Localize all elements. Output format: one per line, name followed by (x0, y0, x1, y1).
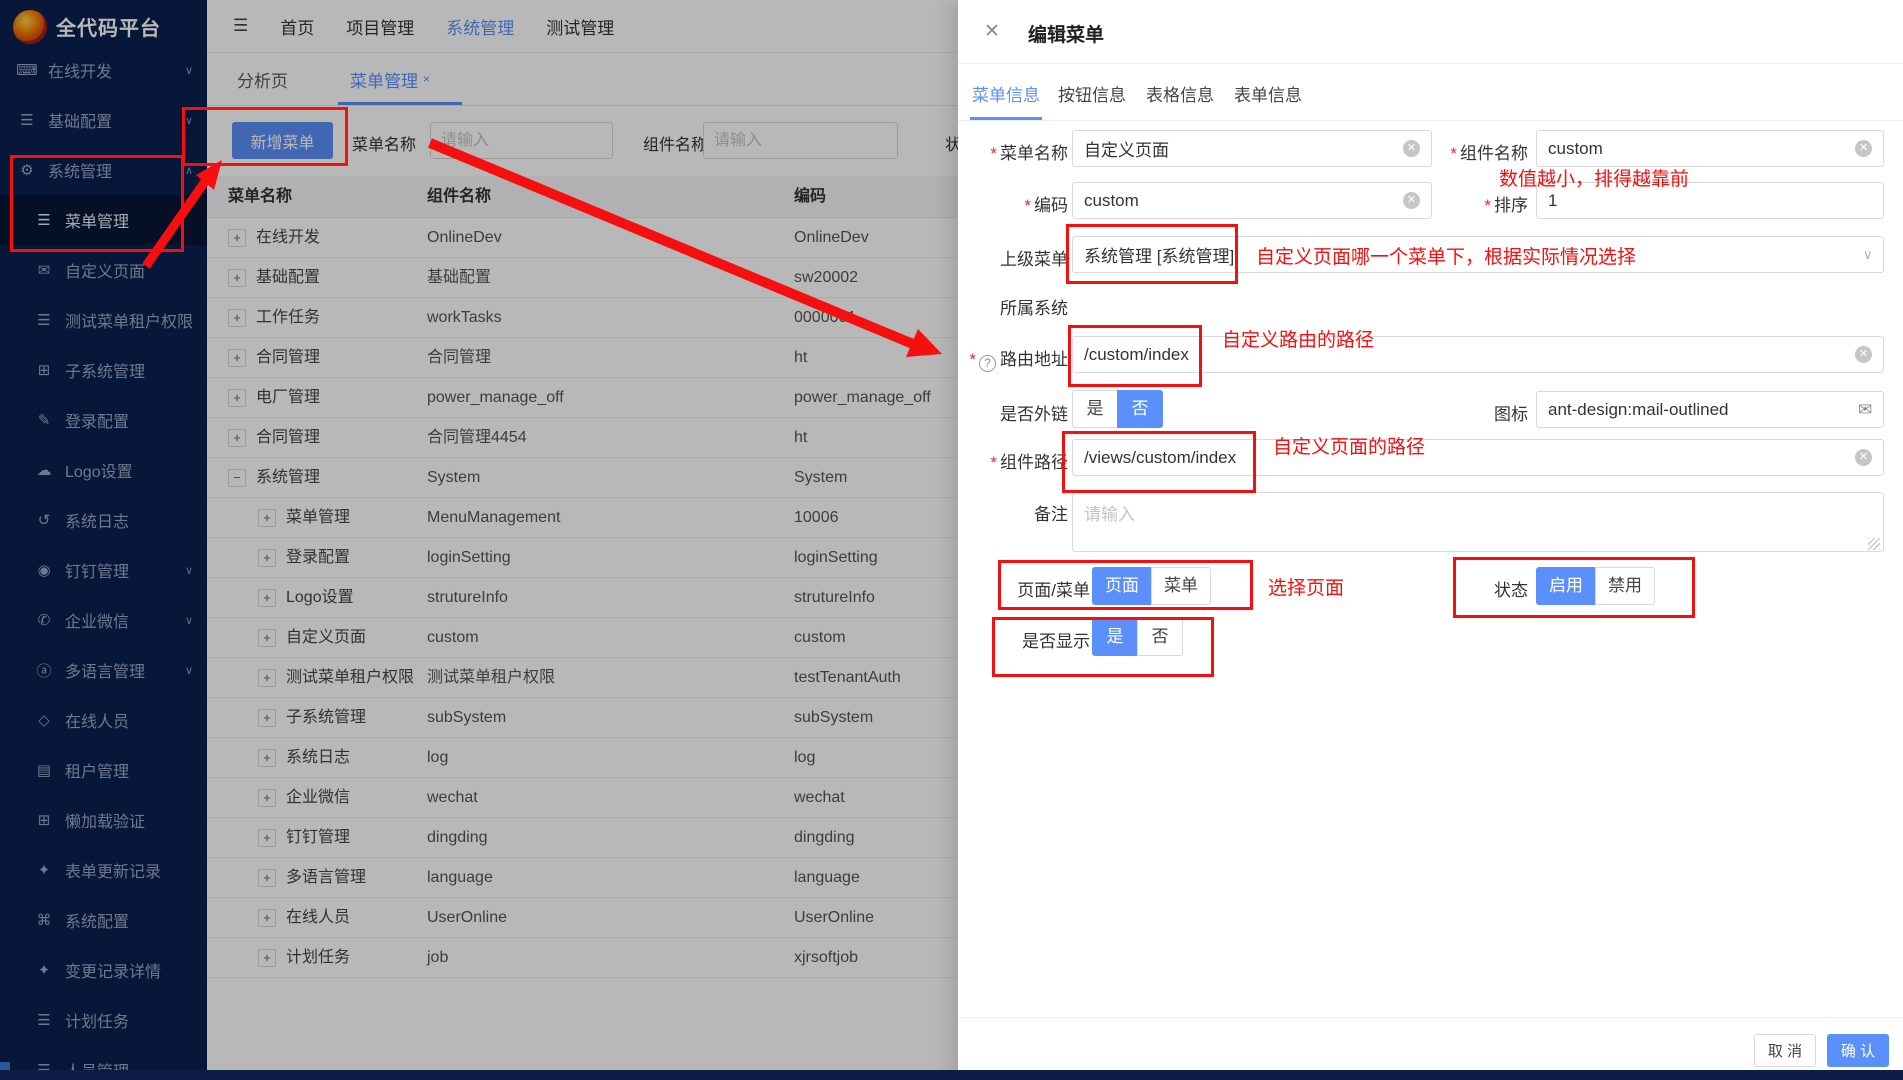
clear-icon[interactable]: ✕ (1855, 449, 1872, 466)
status-disabled-option[interactable]: 禁用 (1595, 567, 1655, 605)
clear-icon[interactable]: ✕ (1855, 346, 1872, 363)
close-drawer-icon[interactable]: ✕ (984, 20, 1000, 43)
comp-path-label: *组件路径 (908, 448, 1068, 473)
mail-icon[interactable]: ✉ (1858, 400, 1872, 420)
icon-field-label: 图标 (1368, 400, 1528, 425)
drawer-tab-menu-info[interactable]: 菜单信息 (972, 81, 1040, 106)
drawer-footer-divider (958, 1017, 1903, 1018)
status-label: 状态 (1368, 576, 1528, 601)
remark-textarea[interactable] (1072, 492, 1884, 552)
drawer-mask[interactable] (0, 0, 958, 1080)
drawer-title: 编辑菜单 (1028, 20, 1104, 47)
page-or-menu-label: 页面/菜单 (930, 576, 1090, 601)
page-option[interactable]: 页面 (1092, 567, 1152, 605)
remark-label: 备注 (908, 500, 1068, 525)
visible-toggle: 是 否 (1092, 618, 1183, 656)
visible-label: 是否显示 (930, 627, 1090, 652)
drawer-tab-table-info[interactable]: 表格信息 (1146, 81, 1214, 106)
belong-system-label: 所属系统 (908, 294, 1068, 319)
clear-icon[interactable]: ✕ (1855, 140, 1872, 157)
visible-yes-option[interactable]: 是 (1092, 618, 1138, 656)
status-toggle: 启用 禁用 (1536, 567, 1655, 605)
comp-name-label: *组件名称 (1368, 139, 1528, 164)
is-external-label: 是否外链 (908, 400, 1068, 425)
code-label: *编码 (908, 191, 1068, 216)
help-icon: ? (979, 355, 996, 372)
menu-option[interactable]: 菜单 (1151, 567, 1211, 605)
drawer-tabs: 菜单信息 按钮信息 表格信息 表单信息 (958, 64, 1903, 121)
visible-no-option[interactable]: 否 (1137, 618, 1183, 656)
external-no-option[interactable]: 否 (1117, 390, 1163, 428)
drawer-tab-button-info[interactable]: 按钮信息 (1058, 81, 1126, 106)
confirm-button[interactable]: 确 认 (1827, 1034, 1889, 1067)
sort-input[interactable] (1536, 182, 1884, 219)
page-or-menu-toggle: 页面 菜单 (1092, 567, 1211, 605)
icon-input[interactable] (1536, 391, 1884, 428)
sort-label: *排序 (1368, 191, 1528, 216)
parent-menu-label: 上级菜单 (908, 245, 1068, 270)
route-path-label: *?路由地址 (908, 345, 1068, 372)
comp-name-input[interactable] (1536, 130, 1884, 167)
textarea-resize-grip[interactable] (1868, 538, 1880, 550)
comp-path-input[interactable] (1072, 439, 1884, 476)
parent-menu-select[interactable] (1072, 236, 1884, 273)
drawer-tab-form-info[interactable]: 表单信息 (1234, 81, 1302, 106)
chevron-down-icon: ∨ (1863, 247, 1873, 263)
external-yes-option[interactable]: 是 (1072, 390, 1118, 428)
bottom-bar (0, 1070, 1903, 1080)
route-path-input[interactable] (1072, 336, 1884, 373)
drawer-active-tab-underline (970, 117, 1042, 120)
menu-name-label: *菜单名称 (908, 139, 1068, 164)
is-external-toggle: 是 否 (1072, 390, 1163, 428)
drawer-header: ✕ 编辑菜单 (958, 0, 1903, 64)
cancel-button[interactable]: 取 消 (1754, 1034, 1816, 1067)
status-enabled-option[interactable]: 启用 (1536, 567, 1596, 605)
edit-menu-drawer: ✕ 编辑菜单 菜单信息 按钮信息 表格信息 表单信息 *菜单名称 ✕ *组件名称… (958, 0, 1903, 1080)
